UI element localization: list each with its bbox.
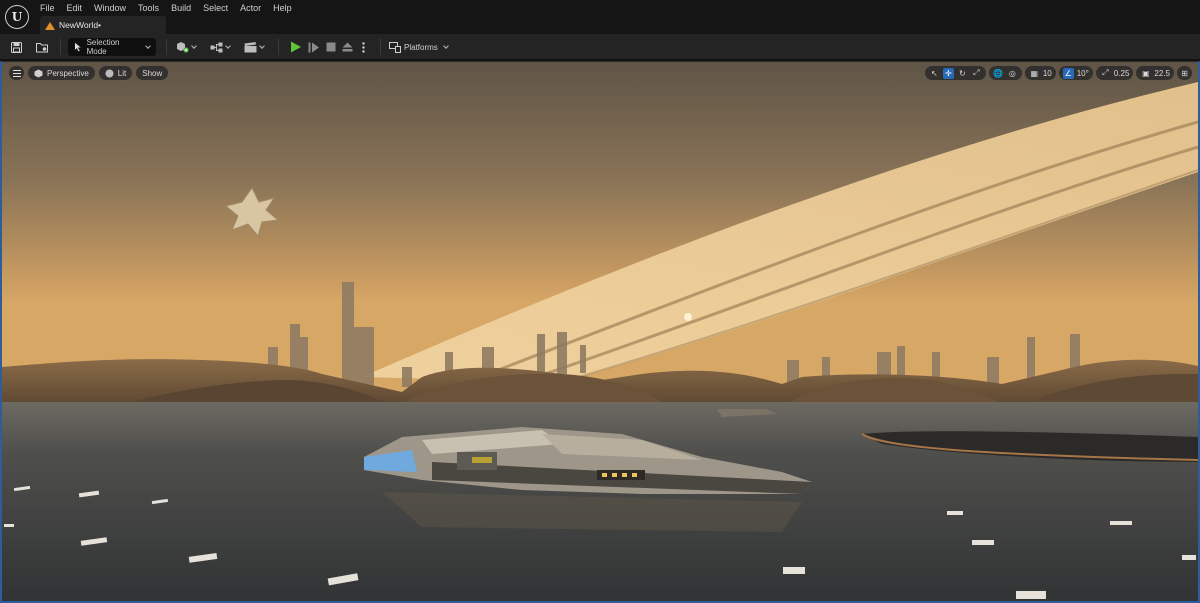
maximize-viewport-button[interactable]: ⊞: [1177, 66, 1192, 80]
chevron-down-icon: [145, 42, 151, 49]
perspective-label: Perspective: [47, 68, 89, 78]
level-tab-label: NewWorld•: [59, 20, 102, 30]
scale-tool-icon[interactable]: ⤢: [971, 68, 982, 79]
platforms-icon: [389, 41, 401, 53]
lit-label: Lit: [117, 68, 127, 78]
scale-snap-icon: ⤢: [1102, 68, 1109, 77]
transform-tools: ↖ ✛ ↻ ⤢: [924, 66, 986, 80]
toolbar-separator: [166, 39, 167, 55]
cursor-icon: [74, 42, 81, 52]
content-browser-button[interactable]: [34, 38, 50, 56]
menu-tools[interactable]: Tools: [132, 1, 165, 13]
world-space-icon[interactable]: 🌐: [993, 68, 1004, 79]
grid-snap-control[interactable]: ▦ 10: [1024, 66, 1056, 80]
stop-icon[interactable]: [326, 42, 336, 52]
select-tool-icon[interactable]: ↖: [929, 68, 940, 79]
lit-button[interactable]: Lit: [98, 66, 133, 80]
menu-window[interactable]: Window: [88, 1, 132, 13]
platforms-dropdown[interactable]: Platforms: [389, 38, 451, 56]
selection-mode-dropdown[interactable]: Selection Mode: [68, 38, 156, 56]
blueprints-button[interactable]: [207, 38, 233, 56]
unreal-logo-icon[interactable]: U: [5, 5, 29, 29]
title-bar: U File Edit Window Tools Build Select Ac…: [0, 0, 1200, 34]
platforms-label: Platforms: [404, 42, 438, 52]
play-icon[interactable]: [290, 41, 302, 53]
scale-snap-value: 0.25: [1113, 68, 1130, 78]
viewport-scene[interactable]: [2, 62, 1198, 603]
viewport-options-left: Perspective Lit Show: [9, 66, 169, 80]
menu-select[interactable]: Select: [197, 1, 234, 13]
level-tab[interactable]: NewWorld•: [40, 16, 166, 34]
angle-icon: ∠: [1062, 67, 1074, 79]
rotate-tool-icon[interactable]: ↻: [957, 68, 968, 79]
eject-icon[interactable]: [342, 42, 353, 52]
coordinate-tools: 🌐 ◎: [988, 66, 1022, 80]
add-cube-icon: [177, 42, 189, 53]
main-menu: File Edit Window Tools Build Select Acto…: [34, 1, 298, 13]
sphere-icon: [105, 69, 114, 77]
camera-speed-control[interactable]: ▣ 22.5: [1136, 66, 1174, 80]
show-label: Show: [142, 68, 163, 78]
menu-help[interactable]: Help: [267, 1, 298, 13]
toolbar-separator: [380, 39, 381, 55]
main-toolbar: Selection Mode Platforms: [0, 34, 1200, 60]
clapperboard-icon: [244, 41, 257, 52]
chevron-down-icon: [442, 42, 449, 49]
surface-snap-icon[interactable]: ◎: [1007, 68, 1018, 79]
save-icon: [10, 41, 22, 53]
grid-icon: ▦: [1030, 68, 1039, 78]
blueprint-icon: [210, 42, 223, 52]
more-options-icon[interactable]: [362, 41, 365, 53]
camera-icon: ▣: [1142, 68, 1150, 78]
menu-edit[interactable]: Edit: [61, 1, 89, 13]
translate-tool-icon[interactable]: ✛: [942, 67, 954, 79]
chevron-down-icon: [191, 42, 197, 49]
toolbar-separator: [60, 39, 61, 55]
menu-file[interactable]: File: [34, 1, 61, 13]
rotation-snap-value: 10°: [1076, 68, 1089, 78]
camera-speed-value: 22.5: [1154, 68, 1170, 78]
rotation-snap-control[interactable]: ∠ 10°: [1058, 66, 1093, 80]
frame-skip-icon[interactable]: [308, 42, 320, 53]
chevron-down-icon: [225, 42, 231, 49]
layout-icon: ⊞: [1181, 68, 1188, 78]
grid-snap-value: 10: [1042, 68, 1052, 78]
folder-gear-icon: [35, 42, 48, 52]
chevron-down-icon: [259, 42, 265, 49]
cinematics-button[interactable]: [241, 38, 267, 56]
viewport-options-right: ↖ ✛ ↻ ⤢ 🌐 ◎ ▦ 10 ∠ 10° ⤢ 0.25 ▣ 22.5 ⊞: [924, 66, 1192, 80]
scale-snap-control[interactable]: ⤢ 0.25: [1095, 66, 1134, 80]
show-button[interactable]: Show: [136, 66, 169, 80]
hamburger-icon: [12, 69, 21, 77]
level-icon: [45, 21, 55, 30]
save-button[interactable]: [8, 38, 24, 56]
cube-icon: [34, 69, 43, 77]
level-viewport[interactable]: Perspective Lit Show ↖ ✛ ↻ ⤢ 🌐 ◎ ▦ 10 ∠ …: [0, 61, 1200, 603]
perspective-button[interactable]: Perspective: [28, 66, 95, 80]
selection-mode-label: Selection Mode: [86, 38, 120, 56]
menu-actor[interactable]: Actor: [234, 1, 267, 13]
menu-build[interactable]: Build: [165, 1, 197, 13]
toolbar-separator: [278, 39, 279, 55]
add-actor-button[interactable]: [173, 38, 199, 56]
viewport-menu-button[interactable]: [9, 66, 24, 80]
play-controls: [286, 38, 372, 56]
